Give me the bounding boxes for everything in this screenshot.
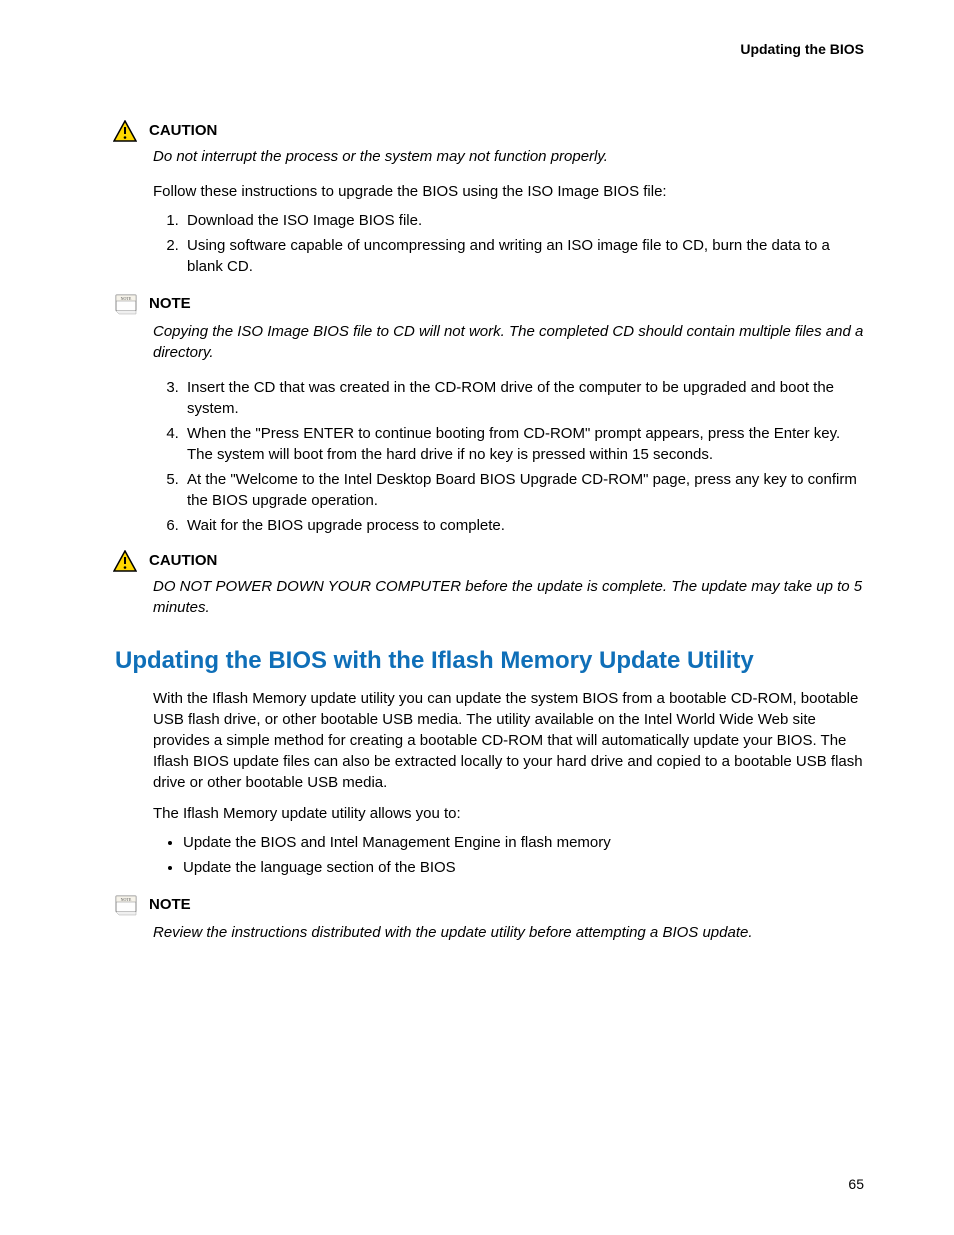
intro-paragraph: Follow these instructions to upgrade the… [153,181,864,202]
page-header: Updating the BIOS [115,40,864,60]
caution-text: DO NOT POWER DOWN YOUR COMPUTER before t… [153,576,864,618]
list-item: At the "Welcome to the Intel Desktop Boa… [183,469,864,511]
list-item: Update the BIOS and Intel Management Eng… [183,832,864,853]
note-icon: NOTE [113,892,141,918]
note-block: NOTE NOTE [113,892,864,918]
caution-title: CAUTION [149,550,217,571]
steps-list-b: Insert the CD that was created in the CD… [153,377,864,536]
svg-text:NOTE: NOTE [121,296,132,301]
note-icon: NOTE [113,291,141,317]
caution-icon [113,550,141,572]
note-text: Review the instructions distributed with… [153,922,864,943]
page-number: 65 [848,1175,864,1195]
section-paragraph-1: With the Iflash Memory update utility yo… [153,688,864,793]
caution-block: CAUTION [113,120,864,142]
note-block: NOTE NOTE [113,291,864,317]
caution-block: CAUTION [113,550,864,572]
list-item: Wait for the BIOS upgrade process to com… [183,515,864,536]
svg-text:NOTE: NOTE [121,897,132,902]
list-item: Update the language section of the BIOS [183,857,864,878]
note-title: NOTE [149,293,191,314]
list-item: Using software capable of uncompressing … [183,235,864,277]
bullet-list: Update the BIOS and Intel Management Eng… [153,832,864,878]
steps-list-a: Download the ISO Image BIOS file. Using … [153,210,864,277]
caution-text: Do not interrupt the process or the syst… [153,146,864,167]
list-item: When the "Press ENTER to continue bootin… [183,423,864,465]
note-title: NOTE [149,894,191,915]
list-item: Insert the CD that was created in the CD… [183,377,864,419]
section-heading: Updating the BIOS with the Iflash Memory… [115,646,864,676]
caution-icon [113,120,141,142]
note-text: Copying the ISO Image BIOS file to CD wi… [153,321,864,363]
caution-title: CAUTION [149,120,217,141]
section-paragraph-2: The Iflash Memory update utility allows … [153,803,864,824]
list-item: Download the ISO Image BIOS file. [183,210,864,231]
